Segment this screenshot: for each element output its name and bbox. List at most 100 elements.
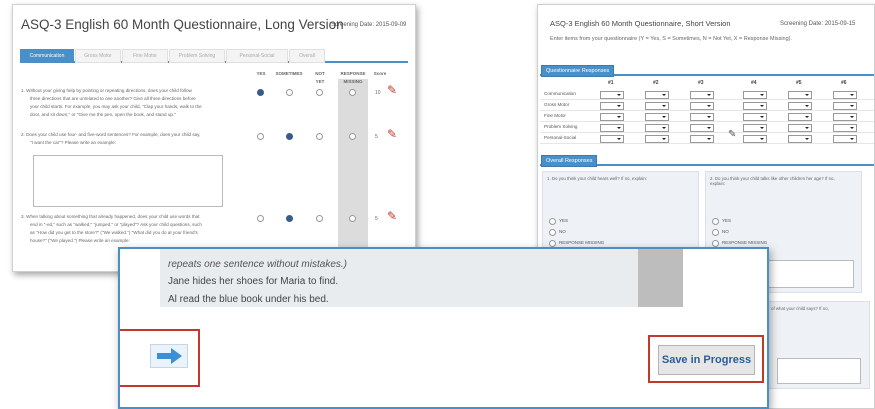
q2-yes-radio[interactable] — [257, 133, 264, 140]
response-select[interactable] — [833, 91, 857, 99]
oq2-missing-radio[interactable] — [712, 240, 719, 247]
page-title: ASQ-3 English 60 Month Questionnaire, Sh… — [550, 19, 731, 28]
response-select[interactable] — [833, 102, 857, 110]
q3-sometimes-radio[interactable] — [286, 215, 293, 222]
response-select[interactable] — [645, 113, 669, 121]
q2-sometimes-radio[interactable] — [286, 133, 293, 140]
column-not-yet-2: YET — [315, 79, 325, 84]
column-score: Score — [373, 71, 387, 76]
option-no-label: NO — [722, 229, 729, 234]
col-num-3: #3 — [698, 80, 704, 86]
edit-pencil-icon[interactable]: ✎ — [728, 129, 736, 140]
tab-communication[interactable]: Communication — [20, 49, 74, 63]
question-1-line: three directions that are unrelated to o… — [30, 96, 196, 101]
response-missing-column — [638, 249, 683, 307]
response-select[interactable] — [690, 91, 714, 99]
oq1-missing-radio[interactable] — [549, 240, 556, 247]
response-select[interactable] — [743, 124, 767, 132]
question-1-line: your child starts. For example, you may … — [30, 104, 202, 109]
long-version-panel: ASQ-3 English 60 Month Questionnaire, Lo… — [12, 4, 416, 272]
response-select[interactable] — [645, 135, 669, 143]
response-select[interactable] — [743, 135, 767, 143]
edit-pencil-icon[interactable]: ✎ — [387, 209, 397, 223]
response-select[interactable] — [600, 113, 624, 121]
response-select[interactable] — [788, 102, 812, 110]
overall-question-1-text: 1. Do you think your child hears well? I… — [547, 176, 648, 181]
question-2: 2. Does your child use four- and five-wo… — [21, 131, 200, 147]
column-yes: YES — [256, 71, 266, 76]
q1-missing-radio[interactable] — [349, 89, 356, 96]
response-select[interactable] — [788, 135, 812, 143]
response-select[interactable] — [690, 113, 714, 121]
q3-score: 5 — [375, 216, 378, 222]
q2-example-textarea[interactable] — [33, 155, 223, 207]
response-select[interactable] — [743, 113, 767, 121]
tab-personal-social[interactable]: Personal-Social — [226, 49, 288, 63]
edit-pencil-icon[interactable]: ✎ — [387, 83, 397, 97]
q2-not-yet-radio[interactable] — [316, 133, 323, 140]
zoomed-form-footer: repeats one sentence without mistakes.) … — [118, 247, 769, 409]
q2-missing-radio[interactable] — [349, 133, 356, 140]
response-select[interactable] — [600, 91, 624, 99]
oq2-yes-radio[interactable] — [712, 218, 719, 225]
row-label-communication: Communication — [544, 91, 576, 96]
response-select[interactable] — [690, 102, 714, 110]
option-yes-label: YES — [722, 218, 732, 223]
response-select[interactable] — [833, 113, 857, 121]
oq1-no-radio[interactable] — [549, 229, 556, 236]
row-divider — [540, 121, 874, 122]
screening-date: Screening Date: 2015-09-15 — [780, 21, 856, 27]
response-select[interactable] — [788, 113, 812, 121]
q3-yes-radio[interactable] — [257, 215, 264, 222]
tab-problem-solving[interactable]: Problem Solving — [169, 49, 225, 63]
q1-yes-radio[interactable] — [257, 89, 264, 96]
overall-responses-header: Overall Responses — [541, 155, 598, 167]
question-3-line: house?" ("We played.") Please write an e… — [30, 238, 130, 243]
q1-not-yet-radio[interactable] — [316, 89, 323, 96]
response-select[interactable] — [690, 124, 714, 132]
row-label-gross-motor: Gross Motor — [544, 102, 570, 107]
q1-sometimes-radio[interactable] — [286, 89, 293, 96]
edit-pencil-icon[interactable]: ✎ — [387, 127, 397, 141]
tab-overall[interactable]: Overall — [289, 49, 325, 63]
highlight-save-box — [648, 335, 764, 383]
question-1-line: door, and sit down," or "Give me the pen… — [30, 112, 176, 117]
response-select[interactable] — [690, 135, 714, 143]
example-sentence-2: Al read the blue book under his bed. — [168, 294, 329, 305]
response-select[interactable] — [743, 102, 767, 110]
row-label-personal-social: Personal-Social — [544, 135, 577, 140]
response-select[interactable] — [600, 102, 624, 110]
response-missing-column — [338, 79, 368, 271]
col-num-5: #5 — [796, 80, 802, 86]
question-2-line: 2. Does your child use four- and five-wo… — [21, 132, 201, 137]
response-select[interactable] — [600, 124, 624, 132]
oq3-explain-textarea[interactable] — [777, 358, 861, 384]
response-select[interactable] — [743, 91, 767, 99]
response-select[interactable] — [645, 91, 669, 99]
response-select[interactable] — [833, 135, 857, 143]
row-label-fine-motor: Fine Motor — [544, 113, 566, 118]
response-select[interactable] — [833, 124, 857, 132]
question-3-line: end in "-ed," such as "walked," "jumped,… — [30, 222, 202, 227]
oq2-no-radio[interactable] — [712, 229, 719, 236]
col-num-4: #4 — [751, 80, 757, 86]
oq1-yes-radio[interactable] — [549, 218, 556, 225]
response-select[interactable] — [788, 91, 812, 99]
overall-question-3: of what your child says? If no, — [766, 301, 870, 389]
tab-fine-motor[interactable]: Fine Motor — [122, 49, 168, 63]
highlight-next-box — [120, 329, 200, 387]
overall-question-2-text: 2. Do you think your child talks like ot… — [710, 176, 835, 186]
screening-date: Screening Date: 2015-09-09 — [331, 22, 407, 28]
q3-missing-radio[interactable] — [349, 215, 356, 222]
row-divider — [540, 143, 874, 144]
response-select[interactable] — [645, 124, 669, 132]
row-divider — [540, 99, 874, 100]
row-divider — [540, 132, 874, 133]
q3-not-yet-radio[interactable] — [316, 215, 323, 222]
response-select[interactable] — [788, 124, 812, 132]
response-select[interactable] — [645, 102, 669, 110]
response-select[interactable] — [600, 135, 624, 143]
option-missing-label: RESPONSE MISSING — [722, 240, 768, 245]
tab-bar: Communication Gross Motor Fine Motor Pro… — [20, 47, 408, 63]
tab-gross-motor[interactable]: Gross Motor — [75, 49, 121, 63]
